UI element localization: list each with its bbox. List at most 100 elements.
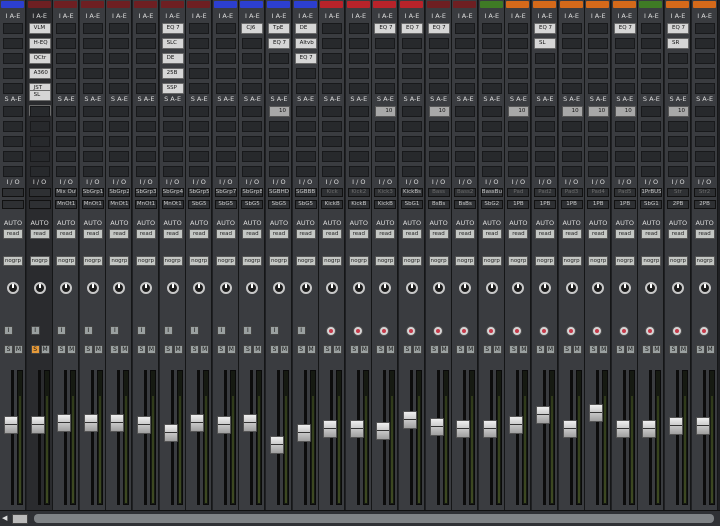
- insert-slot-empty[interactable]: [641, 68, 662, 79]
- mute-button[interactable]: M: [200, 345, 210, 354]
- output-selector[interactable]: MnOt1: [81, 200, 104, 209]
- send-level[interactable]: 10: [508, 106, 530, 117]
- insert-slot-empty[interactable]: [535, 83, 555, 94]
- volume-fader[interactable]: [642, 420, 657, 439]
- mute-button[interactable]: M: [359, 345, 369, 354]
- input-monitor-button[interactable]: I: [110, 326, 120, 335]
- insert-slot-empty[interactable]: [588, 83, 609, 94]
- insert-slot-empty[interactable]: [402, 83, 422, 94]
- color-strip[interactable]: [506, 1, 530, 8]
- record-button[interactable]: [672, 326, 682, 336]
- send-slot-empty[interactable]: [109, 151, 130, 162]
- send-slot-empty[interactable]: [242, 136, 263, 147]
- solo-button[interactable]: S: [669, 345, 678, 354]
- mute-button[interactable]: M: [386, 345, 396, 354]
- group-selector[interactable]: nogrp: [295, 256, 316, 266]
- color-strip[interactable]: [160, 1, 184, 8]
- input-selector[interactable]: SbGrp1: [81, 188, 104, 197]
- record-button[interactable]: [618, 326, 629, 336]
- automation-mode[interactable]: read: [189, 229, 210, 239]
- input-selector[interactable]: Pad3: [560, 188, 583, 197]
- insert-slot-empty[interactable]: [136, 53, 156, 64]
- pan-knob[interactable]: [645, 282, 658, 294]
- send-slot-empty[interactable]: [3, 121, 23, 132]
- insert-slot-empty[interactable]: [56, 38, 77, 49]
- send-slot-empty[interactable]: [189, 136, 210, 147]
- send-slot-empty[interactable]: [588, 166, 609, 177]
- automation-mode[interactable]: read: [402, 229, 422, 239]
- solo-button[interactable]: S: [536, 345, 545, 354]
- color-strip[interactable]: [80, 1, 104, 8]
- insert-slot-empty[interactable]: [428, 53, 449, 64]
- insert-slot-empty[interactable]: [535, 68, 555, 79]
- volume-fader[interactable]: [110, 414, 125, 433]
- insert-slot[interactable]: VLM: [28, 23, 51, 34]
- send-slot-empty[interactable]: [535, 106, 555, 117]
- volume-fader[interactable]: [403, 410, 417, 429]
- insert-slot-empty[interactable]: [481, 68, 502, 79]
- send-slot-empty[interactable]: [348, 121, 369, 132]
- output-selector[interactable]: KickB: [321, 200, 344, 209]
- insert-slot-empty[interactable]: [614, 38, 635, 49]
- insert-slot[interactable]: A360: [28, 68, 51, 79]
- automation-mode[interactable]: read: [322, 229, 343, 239]
- insert-slot[interactable]: SSP: [161, 83, 184, 94]
- send-slot-empty[interactable]: [322, 106, 343, 117]
- insert-slot-empty[interactable]: [109, 38, 130, 49]
- send-slot-empty[interactable]: [136, 151, 156, 162]
- volume-fader[interactable]: [216, 415, 231, 434]
- send-slot-empty[interactable]: [242, 151, 263, 162]
- insert-slot-empty[interactable]: [375, 68, 396, 79]
- insert-slot-empty[interactable]: [455, 53, 476, 64]
- scroll-thumb[interactable]: [34, 514, 714, 523]
- insert-slot-empty[interactable]: [694, 53, 715, 64]
- send-slot-empty[interactable]: [295, 136, 316, 147]
- group-selector[interactable]: nogrp: [481, 256, 502, 266]
- insert-slot[interactable]: EQ 7: [427, 23, 450, 34]
- solo-button[interactable]: S: [589, 345, 599, 354]
- send-slot-empty[interactable]: [535, 121, 555, 132]
- input-monitor-button[interactable]: I: [163, 326, 173, 335]
- volume-fader[interactable]: [4, 415, 18, 434]
- input-monitor-button[interactable]: I: [57, 326, 67, 335]
- send-slot-empty[interactable]: [668, 136, 688, 147]
- send-slot-empty[interactable]: [189, 166, 210, 177]
- group-selector[interactable]: nogrp: [508, 256, 529, 266]
- send-slot-empty[interactable]: [29, 121, 50, 132]
- insert-slot-empty[interactable]: [694, 68, 715, 79]
- insert-slot-empty[interactable]: [561, 23, 582, 34]
- group-selector[interactable]: nogrp: [29, 256, 50, 266]
- send-slot-empty[interactable]: [3, 136, 23, 147]
- send-slot-empty[interactable]: [508, 136, 529, 147]
- insert-slot-empty[interactable]: [694, 83, 715, 94]
- send-slot-empty[interactable]: [535, 151, 555, 162]
- solo-button[interactable]: S: [4, 345, 13, 354]
- insert-slot-empty[interactable]: [588, 53, 609, 64]
- mute-button[interactable]: M: [253, 345, 263, 354]
- send-slot-empty[interactable]: [3, 106, 23, 117]
- input-selector[interactable]: KickBs: [401, 188, 423, 197]
- send-slot-empty[interactable]: [508, 166, 529, 177]
- insert-slot-empty[interactable]: [455, 68, 476, 79]
- output-selector[interactable]: MnOt1: [108, 200, 131, 209]
- group-selector[interactable]: nogrp: [136, 256, 156, 266]
- solo-button[interactable]: S: [562, 345, 572, 354]
- send-slot-empty[interactable]: [614, 136, 635, 147]
- insert-slot-empty[interactable]: [109, 23, 130, 34]
- send-slot-empty[interactable]: [508, 121, 529, 132]
- send-level[interactable]: 10: [269, 106, 290, 117]
- mute-button[interactable]: M: [14, 345, 23, 354]
- insert-slot-empty[interactable]: [348, 68, 369, 79]
- mute-button[interactable]: M: [226, 345, 236, 354]
- group-selector[interactable]: nogrp: [402, 256, 422, 266]
- group-selector[interactable]: nogrp: [109, 256, 130, 266]
- mute-button[interactable]: M: [67, 345, 77, 354]
- automation-mode[interactable]: read: [641, 229, 662, 239]
- insert-slot-empty[interactable]: [82, 68, 103, 79]
- insert-slot[interactable]: EQ 7: [161, 23, 184, 34]
- color-strip[interactable]: [533, 1, 556, 8]
- input-monitor-button[interactable]: I: [83, 326, 93, 335]
- output-selector[interactable]: MnOt1: [135, 200, 157, 209]
- insert-slot[interactable]: 25B: [161, 68, 184, 79]
- send-slot-empty[interactable]: [269, 136, 289, 147]
